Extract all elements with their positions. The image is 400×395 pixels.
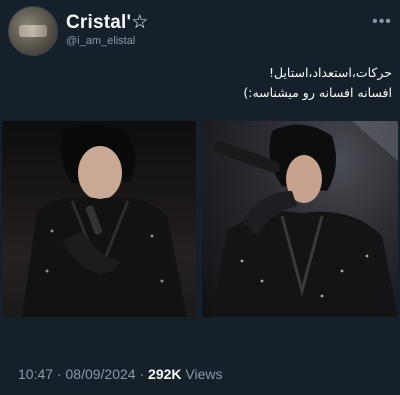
more-options-icon[interactable]: ••• — [370, 10, 394, 34]
tweet-text: حرکات،استعداد،استایل! افسانه افسانه رو م… — [12, 63, 392, 103]
author-display-name[interactable]: Cristal'☆ — [66, 11, 149, 34]
performer-illustration-left — [22, 123, 187, 317]
tweet-text-line-2: افسانه افسانه رو میشناسه:) — [243, 85, 392, 100]
media-photo-left[interactable] — [2, 121, 196, 317]
meta-separator: · — [135, 366, 149, 382]
tweet-meta: 10:47 · 08/09/2024 · 292K Views — [18, 366, 222, 382]
tweet-date[interactable]: 08/09/2024 — [66, 366, 136, 382]
views-count[interactable]: 292K — [148, 366, 181, 382]
tweet-media[interactable] — [2, 121, 398, 317]
avatar-image — [19, 25, 47, 37]
tweet-header: Cristal'☆ @i_am_elistal ••• — [0, 0, 400, 56]
performer-illustration-right — [212, 121, 398, 317]
views-label: Views — [181, 366, 223, 382]
tweet-time[interactable]: 10:47 — [18, 366, 53, 382]
media-photo-right[interactable] — [202, 121, 398, 317]
author-handle[interactable]: @i_am_elistal — [66, 35, 135, 47]
meta-separator: · — [53, 366, 66, 382]
tweet-text-line-1: حرکات،استعداد،استایل! — [268, 65, 392, 80]
avatar[interactable] — [8, 6, 58, 56]
